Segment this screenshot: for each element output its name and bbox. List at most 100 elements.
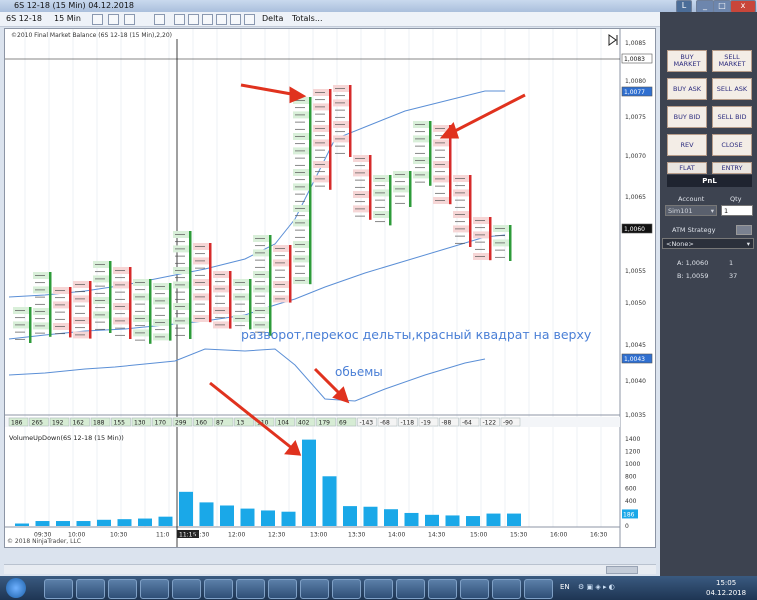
volume-bar (56, 521, 70, 526)
crosshair-icon[interactable] (154, 14, 165, 25)
rev-button[interactable]: REV (667, 134, 707, 156)
close-position-button[interactable]: CLOSE (712, 134, 752, 156)
footprint-column (313, 89, 332, 190)
delta-value: 13 (237, 420, 245, 427)
taskbar-app-icon[interactable] (140, 579, 169, 599)
volume-axis-label: 186 (623, 511, 635, 518)
indicators-icon[interactable] (174, 14, 185, 25)
footprint-column (493, 225, 512, 261)
buy-bid-button[interactable]: BUY BID (667, 106, 707, 128)
windows-taskbar: EN ⚙ ▣ ◈ ▸ ◐ 15:05 04.12.2018 (0, 576, 757, 600)
volume-bar (363, 506, 378, 526)
taskbar-app-icon[interactable] (364, 579, 393, 599)
taskbar-app-icon[interactable] (396, 579, 425, 599)
delta-value: -143 (360, 420, 374, 427)
footprint-column (193, 243, 212, 323)
taskbar-app-icon[interactable] (108, 579, 137, 599)
language-indicator[interactable]: EN (560, 583, 570, 591)
volume-axis: 1400120010008006004002001860 (622, 436, 640, 530)
candle-body (409, 171, 412, 207)
candle-body (489, 217, 492, 261)
volume-header: VolumeUpDown(6S 12-18 (15 Min)) (9, 434, 124, 442)
footprint-column (253, 235, 272, 336)
delta-value: -68 (380, 420, 390, 427)
qty-stepper[interactable]: 1 (721, 205, 753, 216)
footprint-column (73, 281, 92, 339)
taskbar-app-icon[interactable] (428, 579, 457, 599)
taskbar-app-icon[interactable] (172, 579, 201, 599)
taskbar-app-icon[interactable] (524, 579, 553, 599)
delta-value: -122 (483, 420, 497, 427)
scroll-to-end-icon[interactable] (608, 34, 618, 46)
footprint-column (473, 217, 492, 261)
taskbar-app-icon[interactable] (332, 579, 361, 599)
atm-settings-icon[interactable] (736, 225, 752, 235)
volume-bar (138, 518, 152, 526)
taskbar-app-icon[interactable] (268, 579, 297, 599)
footprint-column (93, 261, 112, 333)
pencil-icon[interactable] (108, 14, 119, 25)
delta-value: 162 (73, 420, 85, 427)
delta-menu[interactable]: Delta (262, 14, 283, 23)
chart-area[interactable]: ©2010 Final Market Balance (6S 12-18 (15… (4, 28, 656, 548)
candle-body (249, 279, 252, 330)
delta-value: -64 (462, 420, 472, 427)
account-select[interactable]: Sim101 ▾ (665, 205, 717, 216)
dom-icon[interactable] (230, 14, 241, 25)
properties-icon[interactable] (202, 14, 213, 25)
delta-value: 179 (319, 420, 331, 427)
taskbar-app-icon[interactable] (76, 579, 105, 599)
volume-axis-label: 800 (625, 473, 637, 480)
sell-market-button[interactable]: SELL MARKET (712, 50, 752, 72)
arrow-right (450, 93, 526, 135)
candle-body (429, 121, 432, 186)
sell-ask-button[interactable]: SELL ASK (712, 78, 752, 100)
data-box-icon[interactable] (216, 14, 227, 25)
scroll-thumb[interactable] (606, 566, 638, 574)
buy-market-button[interactable]: BUY MARKET (667, 50, 707, 72)
bid-qty: 37 (729, 272, 738, 280)
chart-svg: ©2010 Final Market Balance (6S 12-18 (15… (5, 29, 653, 547)
volume-bar (404, 512, 419, 526)
volume-axis-label: 1000 (625, 461, 640, 468)
volume-axis-label: 1400 (625, 436, 640, 443)
buy-ask-button[interactable]: BUY ASK (667, 78, 707, 100)
taskbar-app-icon[interactable] (492, 579, 521, 599)
delta-value: -118 (401, 420, 415, 427)
taskbar-app-icon[interactable] (460, 579, 489, 599)
delta-value: 192 (52, 420, 64, 427)
time-label: 11:0 (156, 532, 170, 539)
sell-bid-button[interactable]: SELL BID (712, 106, 752, 128)
interval-selector[interactable]: 15 Min (54, 14, 81, 23)
strategies-icon[interactable] (188, 14, 199, 25)
volume-bar (240, 508, 255, 526)
volume-bar (117, 519, 132, 526)
delta-value: -88 (442, 420, 452, 427)
bars-icon[interactable] (92, 14, 103, 25)
chevron-down-icon: ▾ (746, 240, 750, 248)
pnl-bar: PnL (667, 175, 752, 187)
atm-strategy-select[interactable]: <None> ▾ (662, 238, 754, 249)
clock-date[interactable]: 04.12.2018 (706, 589, 746, 597)
taskbar-app-icon[interactable] (204, 579, 233, 599)
annotation-volume: обьемы (335, 365, 383, 379)
delta-value: 265 (32, 420, 44, 427)
delta-value: -19 (421, 420, 431, 427)
tray-icons[interactable]: ⚙ ▣ ◈ ▸ ◐ (578, 583, 615, 591)
taskbar-app-icon[interactable] (44, 579, 73, 599)
footprint-column (373, 175, 392, 226)
snapshot-icon[interactable] (244, 14, 255, 25)
window-title: 6S 12-18 (15 Min) 04.12.2018 (14, 1, 135, 10)
instrument-selector[interactable]: 6S 12-18 (6, 14, 42, 23)
taskbar-app-icon[interactable] (300, 579, 329, 599)
start-button[interactable] (6, 578, 26, 598)
horizontal-scrollbar[interactable] (4, 564, 656, 574)
chevron-down-icon: ▾ (710, 207, 714, 215)
time-label: 13:00 (310, 532, 327, 539)
volume-bar (158, 516, 173, 526)
price-label: 1,0050 (625, 300, 646, 307)
draw-icon[interactable] (124, 14, 135, 25)
clock-time[interactable]: 15:05 (716, 579, 736, 587)
taskbar-app-icon[interactable] (236, 579, 265, 599)
totals-menu[interactable]: Totals... (292, 14, 322, 23)
